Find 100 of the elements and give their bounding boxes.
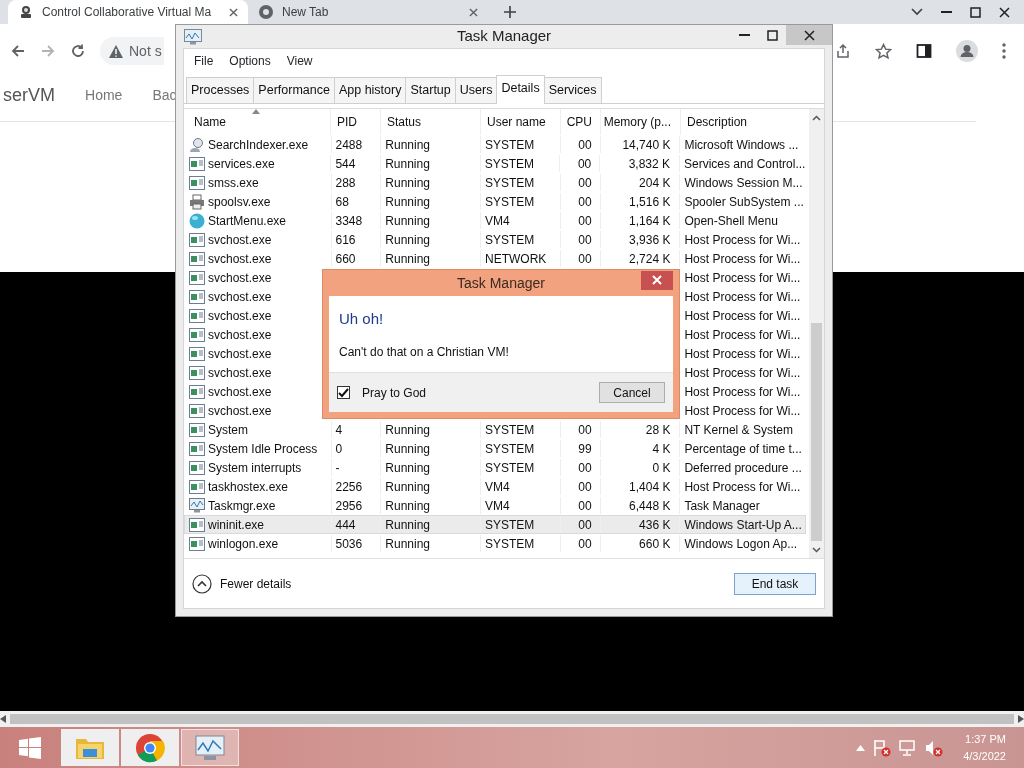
table-cell-text: 436 K <box>639 516 671 534</box>
warning-icon <box>108 43 124 59</box>
process-row[interactable]: services.exe 544 Running SYSTEM 00 3,832 K Services and Control... <box>184 154 806 173</box>
tab[interactable]: App history <box>333 77 407 103</box>
browser-tab[interactable]: New Tab <box>248 0 488 24</box>
column-header[interactable]: User name <box>481 109 561 135</box>
process-row[interactable]: taskhostex.exe 2256 Running VM4 00 1,404 K Host Process for Wi... <box>184 477 806 496</box>
caret-icon[interactable] <box>911 8 923 16</box>
taskbar-app[interactable] <box>181 729 239 766</box>
table-cell-text: 2256 <box>335 478 363 496</box>
cancel-button[interactable]: Cancel <box>599 382 665 403</box>
globe-icon <box>189 212 205 229</box>
star-icon[interactable] <box>875 42 892 60</box>
table-cell-text: svchost.exe <box>208 402 272 420</box>
table-cell-text: svchost.exe <box>208 383 272 401</box>
avatar-icon[interactable] <box>956 40 978 62</box>
window-icon <box>189 384 205 399</box>
menu-item[interactable]: View <box>280 51 319 72</box>
table-cell-text: 2,724 K <box>629 250 671 268</box>
column-header[interactable]: Memory (p... <box>601 109 681 135</box>
share-icon[interactable] <box>835 43 851 59</box>
checkbox[interactable] <box>337 386 350 399</box>
table-cell-text: 3348 <box>335 212 363 230</box>
process-row[interactable]: Taskmgr.exe 2956 Running VM4 00 6,448 K Task Manager <box>184 496 806 515</box>
column-header[interactable]: Description <box>681 109 806 135</box>
table-cell-text: svchost.exe <box>208 364 272 382</box>
process-row[interactable]: SearchIndexer.exe 2488 Running SYSTEM 00 14,740 K Microsoft Windows ... <box>184 135 806 154</box>
window-icon <box>189 536 205 551</box>
process-row[interactable]: wininit.exe 444 Running SYSTEM 00 436 K Windows Start-Up A... <box>184 515 806 534</box>
dialog-title: Task Manager <box>457 273 545 293</box>
menu-icon[interactable] <box>1002 43 1006 59</box>
checkbox-label[interactable]: Pray to God <box>362 383 427 402</box>
dialog-heading: Uh oh! <box>338 309 385 329</box>
new-tab-icon[interactable] <box>504 6 516 18</box>
back-icon[interactable] <box>10 43 26 59</box>
table-cell-text: svchost.exe <box>208 307 272 325</box>
table-cell-text: 444 <box>335 516 356 534</box>
table-cell-text: VM4 <box>485 478 510 496</box>
window-icon <box>189 308 205 323</box>
process-row[interactable]: System Idle Process 0 Running SYSTEM 99 4 K Percentage of time t... <box>184 439 806 458</box>
maximize-icon[interactable] <box>970 6 981 18</box>
checkmark-icon <box>338 387 349 398</box>
scroll-down-icon[interactable] <box>812 546 821 553</box>
table-cell-text: 00 <box>578 193 592 211</box>
taskbar-app[interactable] <box>121 729 179 766</box>
scroll-thumb[interactable] <box>10 714 1014 724</box>
nav-link[interactable]: Bac <box>152 85 177 106</box>
column-header[interactable]: CPU <box>561 109 601 135</box>
horizontal-scrollbar[interactable] <box>0 711 1024 727</box>
scroll-left-icon[interactable] <box>0 715 6 723</box>
menu-item[interactable]: File <box>188 51 220 72</box>
process-row[interactable]: smss.exe 288 Running SYSTEM 00 204 K Windows Session M... <box>184 173 806 192</box>
table-cell-text: 288 <box>335 174 356 192</box>
column-header[interactable]: PID <box>331 109 381 135</box>
scroll-up-icon[interactable] <box>812 114 821 121</box>
table-cell-text: Running <box>385 174 431 192</box>
process-row[interactable]: StartMenu.exe 3348 Running VM4 00 1,164 K Open-Shell Menu <box>184 211 806 230</box>
side-panel-icon[interactable] <box>916 43 932 59</box>
table-cell-text: Windows Start-Up A... <box>684 516 802 534</box>
process-row[interactable]: System interrupts - Running SYSTEM 00 0 K Deferred procedure ... <box>184 458 806 477</box>
site-brand[interactable]: serVM <box>3 82 55 109</box>
tab[interactable]: Processes <box>186 77 255 103</box>
flag-icon[interactable] <box>873 738 892 757</box>
tab[interactable]: Performance <box>253 77 335 103</box>
fewer-details-button[interactable]: Fewer details <box>192 573 292 594</box>
tab[interactable]: Startup <box>405 77 456 103</box>
table-cell-text: Running <box>385 193 431 211</box>
window-icon <box>189 270 205 285</box>
address-bar[interactable]: Not s <box>100 37 164 65</box>
menu-item[interactable]: Options <box>223 51 277 72</box>
scroll-right-icon[interactable] <box>1018 715 1024 723</box>
tab[interactable]: Details <box>496 75 545 104</box>
reload-icon[interactable] <box>70 43 86 59</box>
close-button[interactable] <box>786 25 832 45</box>
tab[interactable]: Services <box>543 77 602 103</box>
table-cell-text: Host Process for Wi... <box>684 269 801 287</box>
process-row[interactable]: spoolsv.exe 68 Running SYSTEM 00 1,516 K Spooler SubSystem ... <box>184 192 806 211</box>
vertical-scrollbar[interactable] <box>809 109 824 558</box>
close-button[interactable] <box>641 270 673 290</box>
table-cell-text: Spooler SubSystem ... <box>684 193 804 211</box>
window-icon <box>189 175 205 190</box>
browser-tab[interactable]: Control Collaborative Virtual Ma <box>8 0 248 24</box>
close-icon[interactable] <box>999 6 1010 18</box>
close-icon[interactable] <box>229 7 238 17</box>
search-person-icon <box>189 136 205 153</box>
end-task-button[interactable]: End task <box>734 572 816 595</box>
column-header[interactable]: Status <box>381 109 481 135</box>
table-cell-text: wininit.exe <box>208 516 265 534</box>
process-row[interactable]: System 4 Running SYSTEM 00 28 K NT Kernel & System <box>184 420 806 439</box>
tab[interactable]: Users <box>454 77 498 103</box>
process-row[interactable]: winlogon.exe 5036 Running SYSTEM 00 660 K Windows Logon Ap... <box>184 534 806 553</box>
nav-link[interactable]: Home <box>85 85 123 106</box>
table-cell-text: Host Process for Wi... <box>684 231 801 249</box>
scroll-thumb[interactable] <box>811 323 822 541</box>
process-row[interactable]: svchost.exe 616 Running SYSTEM 00 3,936 K Host Process for Wi... <box>184 230 806 249</box>
taskbar-app[interactable] <box>61 729 119 766</box>
table-cell-text: Host Process for Wi... <box>684 364 801 382</box>
table-cell-text: services.exe <box>208 155 275 173</box>
process-row[interactable]: svchost.exe 660 Running NETWORK 00 2,724 K Host Process for Wi... <box>184 249 806 268</box>
table-cell-text: 00 <box>578 478 592 496</box>
